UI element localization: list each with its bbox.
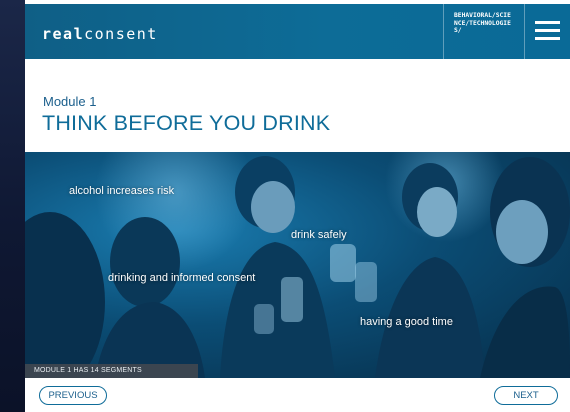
logo-bold-text: real [42, 25, 85, 43]
brand-text: BEHAVIORAL/SCIENCE/TECHNOLOGIES/ [454, 12, 511, 35]
menu-line [535, 37, 560, 40]
hero-label-informed-consent[interactable]: drinking and informed consent [108, 272, 255, 284]
next-button[interactable]: NEXT [494, 386, 558, 405]
hero-label-good-time[interactable]: having a good time [360, 316, 453, 328]
segments-count-bar: MODULE 1 HAS 14 SEGMENTS [25, 364, 198, 378]
menu-line [535, 21, 560, 24]
menu-line [535, 29, 560, 32]
hamburger-menu-icon[interactable] [533, 16, 562, 46]
logo-rest-text: consent [84, 25, 158, 43]
course-window: realconsent BEHAVIORAL/SCIENCE/TECHNOLOG… [25, 0, 570, 412]
hero-label-alcohol-risk[interactable]: alcohol increases risk [69, 185, 174, 197]
brand-box: BEHAVIORAL/SCIENCE/TECHNOLOGIES/ [443, 4, 525, 59]
module-label: Module 1 [43, 94, 97, 109]
page-title: THINK BEFORE YOU DRINK [42, 111, 331, 135]
hero-label-drink-safely[interactable]: drink safely [291, 229, 347, 241]
realconsent-logo[interactable]: realconsent [42, 25, 158, 43]
previous-button[interactable]: PREVIOUS [39, 386, 107, 405]
header-bar: realconsent BEHAVIORAL/SCIENCE/TECHNOLOG… [25, 4, 570, 59]
